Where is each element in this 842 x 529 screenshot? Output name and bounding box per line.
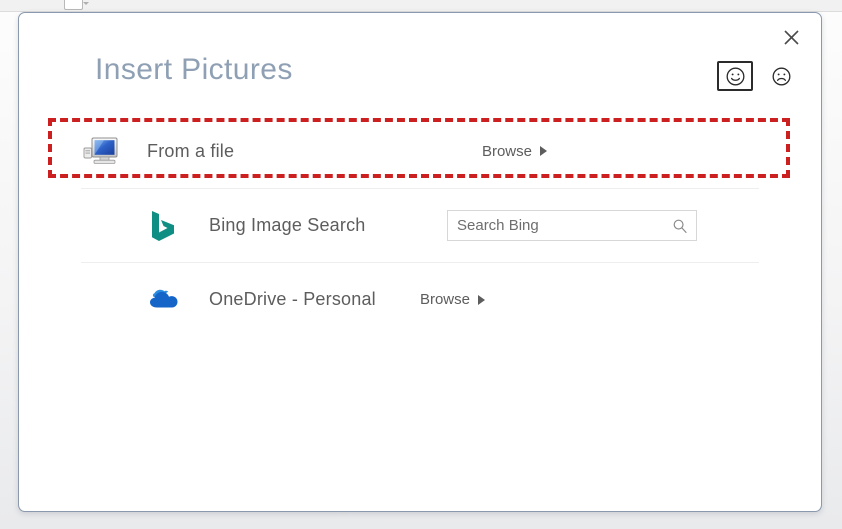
insert-pictures-dialog: Insert Pictures xyxy=(18,12,822,512)
picture-source-list: From a file Browse Bing Image Search xyxy=(19,114,821,336)
browse-link-from-a-file[interactable]: Browse xyxy=(482,143,759,160)
close-button[interactable] xyxy=(774,21,808,53)
computer-monitor-icon xyxy=(81,131,121,171)
row-action xyxy=(447,210,697,241)
dialog-titlebar: Insert Pictures xyxy=(19,13,821,109)
bing-logo-icon xyxy=(143,206,183,246)
feedback-buttons xyxy=(717,61,799,91)
host-chrome-partial-button[interactable] xyxy=(64,0,83,10)
browse-label: Browse xyxy=(420,291,470,308)
source-label: OneDrive - Personal xyxy=(209,289,376,310)
source-row-onedrive-personal[interactable]: OneDrive - Personal Browse xyxy=(81,262,759,336)
frowny-face-icon xyxy=(771,66,792,87)
send-a-frown-button[interactable] xyxy=(763,61,799,91)
close-x-icon xyxy=(783,29,800,46)
browse-link-onedrive[interactable]: Browse xyxy=(420,291,697,308)
row-action: Browse xyxy=(420,291,697,308)
bing-search-box[interactable] xyxy=(447,210,697,241)
search-input[interactable] xyxy=(448,211,696,240)
send-a-smile-button[interactable] xyxy=(717,61,753,91)
source-label: Bing Image Search xyxy=(209,215,366,236)
caret-right-icon xyxy=(540,146,547,156)
page-title: Insert Pictures xyxy=(95,53,293,87)
row-action: Browse xyxy=(482,143,759,160)
browse-label: Browse xyxy=(482,143,532,160)
source-label: From a file xyxy=(147,141,234,162)
chevron-down-icon xyxy=(83,2,89,5)
source-row-from-a-file[interactable]: From a file Browse xyxy=(19,114,821,188)
onedrive-cloud-icon xyxy=(143,280,183,320)
search-icon[interactable] xyxy=(671,217,689,235)
source-row-bing-image-search[interactable]: Bing Image Search xyxy=(81,188,759,262)
caret-right-icon xyxy=(478,295,485,305)
smiley-face-icon xyxy=(725,66,746,87)
host-app-chrome-strip xyxy=(0,0,842,12)
